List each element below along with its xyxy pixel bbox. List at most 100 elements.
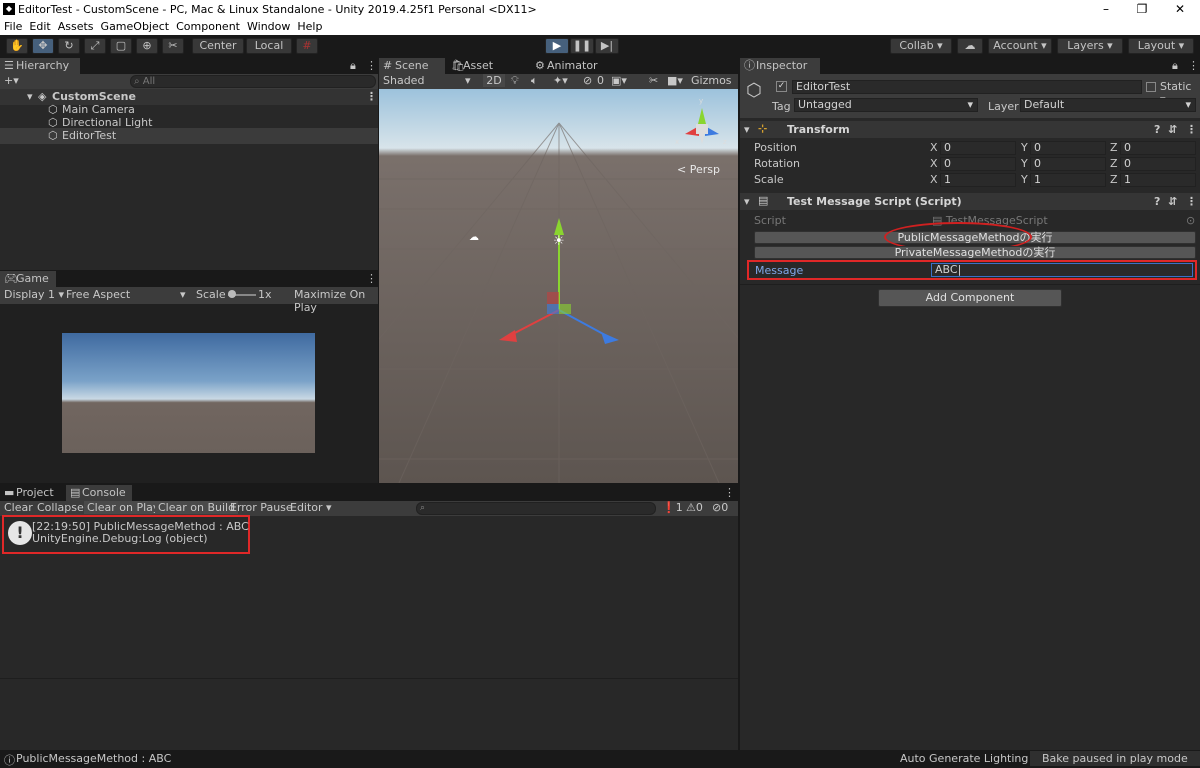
panel-menu-icon[interactable]: ⋮ (366, 272, 377, 285)
lock-icon[interactable]: 🔒︎ (1172, 59, 1178, 73)
active-checkbox[interactable]: ✓ (776, 81, 787, 92)
shading-mode-dropdown[interactable]: Shaded (383, 74, 424, 87)
tab-asset-store[interactable]: 🛍︎ Asset Store (447, 58, 521, 88)
rect-tool-icon[interactable]: ▢ (110, 38, 132, 54)
camera-icon[interactable]: ■▾ (667, 74, 683, 87)
collab-button[interactable]: Collab ▾ (890, 38, 952, 54)
script-component-header[interactable]: ▾ ▤ Test Message Script (Script) ? ⇵ ⋮ (740, 193, 1200, 210)
position-y-field[interactable]: 0 (1030, 141, 1106, 155)
position-z-field[interactable]: 0 (1120, 141, 1196, 155)
lighting-toggle-icon[interactable]: 💡︎ (511, 74, 519, 88)
2d-toggle[interactable]: 2D (483, 74, 505, 87)
minimize-button[interactable]: – (1088, 0, 1124, 19)
presets-icon[interactable]: ⇵ (1168, 195, 1177, 208)
help-icon[interactable]: ? (1154, 123, 1160, 136)
camera-settings-icon[interactable]: ▣▾ (611, 74, 627, 87)
object-name-field[interactable]: EditorTest (792, 80, 1142, 94)
tab-game[interactable]: 🎮︎ Game (0, 271, 56, 287)
error-count-toggle[interactable]: ⊘0 (712, 501, 728, 514)
help-icon[interactable]: ? (1154, 195, 1160, 208)
position-x-field[interactable]: 0 (940, 141, 1016, 155)
create-dropdown[interactable]: +▾ (4, 74, 19, 87)
maximize-on-play-toggle[interactable]: Maximize On Play (294, 288, 378, 314)
tools-icon[interactable]: ✂ (649, 74, 658, 87)
camera-gizmo-icon[interactable]: ☁ (469, 232, 479, 243)
play-button[interactable]: ▶ (545, 38, 569, 54)
transform-tool-icon[interactable]: ⊕ (136, 38, 158, 54)
rotation-x-field[interactable]: 0 (940, 157, 1016, 171)
error-pause-toggle[interactable]: Error Pause (230, 501, 293, 514)
rotate-tool-icon[interactable]: ↻ (58, 38, 80, 54)
panel-menu-icon[interactable]: ⋮ (366, 59, 377, 72)
menu-component[interactable]: Component (176, 19, 240, 35)
menu-gameobject[interactable]: GameObject (101, 19, 170, 35)
presets-icon[interactable]: ⇵ (1168, 123, 1177, 136)
pivot-center-button[interactable]: Center (192, 38, 244, 54)
foldout-arrow-icon[interactable]: ▾ (744, 195, 750, 208)
scale-tool-icon[interactable]: ⤢ (84, 38, 106, 54)
editor-dropdown[interactable]: Editor ▾ (290, 501, 332, 514)
layout-dropdown[interactable]: Layout ▾ (1128, 38, 1194, 54)
game-render-view[interactable] (62, 333, 315, 453)
menu-window[interactable]: Window (247, 19, 290, 35)
menu-file[interactable]: File (4, 19, 22, 35)
hierarchy-item-selected[interactable]: ⬡ EditorTest (0, 128, 378, 144)
close-button[interactable]: ✕ (1162, 0, 1198, 19)
rotation-z-field[interactable]: 0 (1120, 157, 1196, 171)
component-menu-icon[interactable]: ⋮ (1186, 195, 1197, 208)
scale-slider-thumb[interactable] (228, 290, 236, 298)
persp-toggle[interactable]: < Persp (677, 163, 720, 176)
lock-icon[interactable]: 🔒︎ (350, 59, 356, 73)
move-tool-icon[interactable]: ✥ (32, 38, 54, 54)
tag-dropdown[interactable]: Untagged ▾ (794, 98, 978, 112)
clear-on-play-toggle[interactable]: Clear on Play (84, 501, 163, 514)
rotation-y-field[interactable]: 0 (1030, 157, 1106, 171)
panel-menu-icon[interactable]: ⋮ (1188, 59, 1199, 72)
static-checkbox[interactable] (1146, 82, 1156, 92)
tab-animator[interactable]: ⚙ Animator (531, 58, 601, 74)
console-log-entry[interactable]: ! [22:19:50] PublicMessageMethod : ABC U… (2, 515, 250, 554)
scale-z-field[interactable]: 1 (1120, 173, 1196, 187)
menu-edit[interactable]: Edit (29, 19, 50, 35)
cloud-icon[interactable]: ☁ (957, 38, 983, 54)
tab-project[interactable]: ▬ Project (0, 485, 62, 501)
hierarchy-search-input[interactable]: ⌕ All (130, 75, 376, 88)
layer-dropdown[interactable]: Default ▾ (1020, 98, 1196, 112)
info-count-toggle[interactable]: ❗1 (662, 501, 683, 514)
console-search-input[interactable]: ⌕ (416, 502, 656, 515)
foldout-arrow-icon[interactable]: ▾ (744, 123, 750, 136)
hand-tool-icon[interactable]: ✋ (6, 38, 28, 54)
scale-y-field[interactable]: 1 (1030, 173, 1106, 187)
account-dropdown[interactable]: Account ▾ (988, 38, 1052, 54)
layers-dropdown[interactable]: Layers ▾ (1057, 38, 1123, 54)
transform-header[interactable]: ▾ ⊹ Transform ? ⇵ ⋮ (740, 121, 1200, 138)
component-menu-icon[interactable]: ⋮ (1186, 123, 1197, 136)
pause-button[interactable]: ❚❚ (570, 38, 594, 54)
console-split-divider[interactable] (0, 678, 738, 679)
tab-inspector[interactable]: ⓘ Inspector (740, 58, 820, 74)
custom-tool-icon[interactable]: ✂ (162, 38, 184, 54)
move-gizmo[interactable] (489, 208, 629, 348)
snap-grid-icon[interactable]: # (296, 38, 318, 54)
effects-dropdown-icon[interactable]: ✦▾ (553, 74, 568, 87)
hidden-objects-icon[interactable]: ⊘ (583, 74, 592, 87)
menu-help[interactable]: Help (297, 19, 322, 35)
clear-on-build-toggle[interactable]: Clear on Build (155, 501, 239, 514)
audio-toggle-icon[interactable]: 🔈︎ (531, 74, 538, 88)
status-message[interactable]: PublicMessageMethod : ABC (16, 752, 171, 765)
orientation-gizmo[interactable]: y x z (671, 96, 733, 156)
restore-button[interactable]: ❐ (1124, 0, 1160, 19)
tab-scene[interactable]: # Scene (379, 58, 445, 74)
tab-console[interactable]: ▤ Console (66, 485, 132, 501)
tab-hierarchy[interactable]: ☰ Hierarchy (0, 58, 80, 74)
add-component-button[interactable]: Add Component (878, 289, 1062, 307)
step-button[interactable]: ▶| (595, 38, 619, 54)
panel-menu-icon[interactable]: ⋮ (724, 486, 735, 499)
menu-assets[interactable]: Assets (58, 19, 94, 35)
console-collapse-toggle[interactable]: Collapse (37, 501, 84, 514)
display-dropdown[interactable]: Display 1 ▾ (4, 288, 64, 301)
message-input[interactable]: ABC| (931, 263, 1193, 277)
gizmos-dropdown[interactable]: Gizmos (691, 74, 732, 87)
scale-x-field[interactable]: 1 (940, 173, 1016, 187)
console-clear-button[interactable]: Clear (4, 501, 33, 514)
